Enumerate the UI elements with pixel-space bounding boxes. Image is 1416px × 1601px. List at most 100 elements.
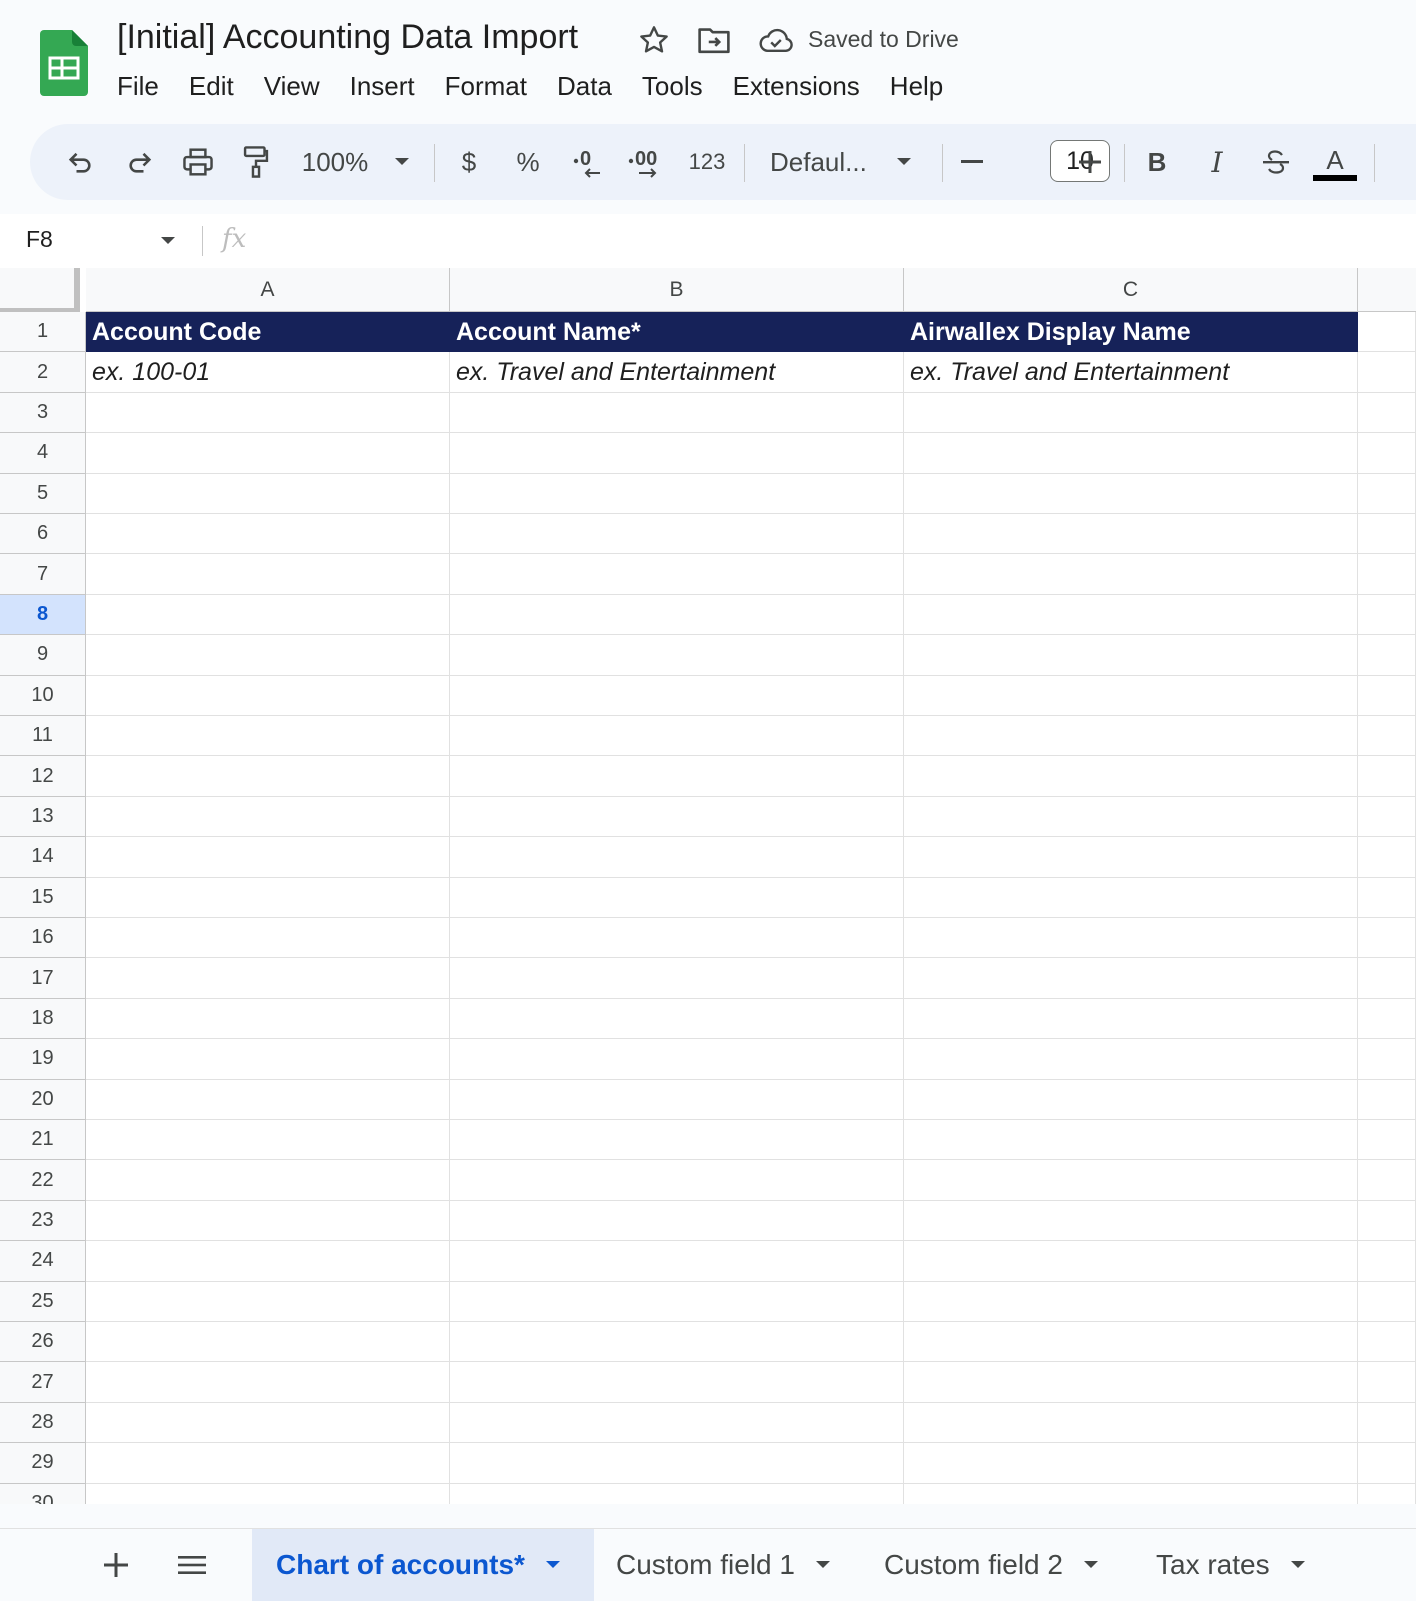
grid-cell[interactable] [450,1200,904,1242]
row-header[interactable]: 27 [0,1362,86,1403]
grid-cell[interactable] [450,433,904,474]
grid-cell[interactable] [904,958,1358,999]
grid-cell[interactable] [1358,433,1416,474]
row-header[interactable]: 4 [0,433,86,474]
menu-help[interactable]: Help [875,68,958,104]
grid-cell[interactable] [1358,352,1416,393]
italic-button[interactable]: I [1202,124,1232,200]
row-header[interactable]: 10 [0,675,86,716]
grid-cell[interactable] [1358,1160,1416,1201]
grid-cell[interactable] [904,796,1358,838]
grid-cell[interactable] [904,1322,1358,1363]
grid-cell[interactable] [1358,635,1416,676]
grid-cell[interactable] [904,392,1358,434]
zoom-chevron-down-icon[interactable] [390,124,414,200]
grid-cell[interactable] [86,716,450,757]
grid-cell[interactable] [904,1443,1358,1484]
grid-cell[interactable] [450,1039,904,1080]
grid-cell[interactable] [1358,514,1416,555]
grid-cell[interactable] [1358,554,1416,595]
menu-tools[interactable]: Tools [627,68,718,104]
row-header[interactable]: 3 [0,392,86,434]
grid-cell[interactable] [86,433,450,474]
grid-cell[interactable] [904,1120,1358,1161]
grid-cell[interactable] [1358,877,1416,918]
grid-cell[interactable] [1358,998,1416,1040]
grid-cell[interactable] [1358,1200,1416,1242]
grid-cell[interactable] [1358,1483,1416,1504]
column-header-d[interactable] [1358,268,1416,312]
example-cell[interactable]: ex. Travel and Entertainment [904,352,1358,393]
grid-cell[interactable] [450,1079,904,1120]
increase-font-size-button[interactable] [1074,124,1106,200]
grid-cell[interactable] [86,958,450,999]
grid-cell[interactable] [86,1200,450,1242]
menu-extensions[interactable]: Extensions [718,68,875,104]
grid-cell[interactable] [86,514,450,555]
grid-cell[interactable] [904,1241,1358,1282]
row-header[interactable]: 8 [0,594,86,636]
grid-cell[interactable] [1358,675,1416,716]
grid-cell[interactable] [450,998,904,1040]
percent-format-button[interactable]: % [512,124,544,200]
currency-format-button[interactable]: $ [454,124,484,200]
grid-cell[interactable] [450,1241,904,1282]
grid-cell[interactable] [86,675,450,716]
grid-cell[interactable] [904,594,1358,636]
example-cell[interactable]: ex. Travel and Entertainment [450,352,904,393]
grid-cell[interactable] [904,473,1358,514]
grid-cell[interactable] [450,1322,904,1363]
row-header[interactable]: 22 [0,1160,86,1201]
document-title[interactable]: [Initial] Accounting Data Import [117,18,578,57]
row-header[interactable]: 9 [0,635,86,676]
star-icon[interactable] [636,22,672,58]
grid-cell[interactable] [1358,796,1416,838]
decrease-decimal-button[interactable]: 0 [566,124,610,200]
grid-cell[interactable] [86,877,450,918]
grid-cell[interactable] [86,392,450,434]
grid-cell[interactable] [450,1281,904,1322]
sheet-tab-custom-field-1[interactable]: Custom field 1 [616,1529,831,1601]
redo-button[interactable] [120,124,160,200]
all-sheets-button[interactable] [172,1545,212,1585]
grid-cell[interactable] [86,1443,450,1484]
grid-cell[interactable] [86,1402,450,1444]
menu-edit[interactable]: Edit [174,68,249,104]
grid-cell[interactable] [86,1039,450,1080]
grid-cell[interactable] [86,1079,450,1120]
grid-cell[interactable] [450,918,904,959]
grid-cell[interactable] [450,1443,904,1484]
row-header[interactable]: 15 [0,877,86,918]
row-header[interactable]: 23 [0,1200,86,1242]
grid-cell[interactable] [1358,918,1416,959]
grid-cell[interactable] [1358,1039,1416,1080]
column-header-c[interactable]: C [904,268,1358,312]
grid-cell[interactable] [904,756,1358,797]
grid-cell[interactable] [86,1160,450,1201]
grid-cell[interactable] [86,1322,450,1363]
print-button[interactable] [178,124,218,200]
grid-cell[interactable] [450,877,904,918]
grid-cell[interactable] [86,998,450,1040]
sheet-tab-custom-field-2[interactable]: Custom field 2 [884,1529,1099,1601]
text-color-button[interactable]: A [1312,124,1358,200]
grid-cell[interactable] [904,1483,1358,1504]
increase-decimal-button[interactable]: 00 [624,124,672,200]
chevron-down-icon[interactable] [1290,1560,1306,1570]
column-header-b[interactable]: B [450,268,904,312]
grid-cell[interactable] [904,1362,1358,1403]
row-header[interactable]: 13 [0,796,86,838]
menu-file[interactable]: File [102,68,174,104]
decrease-font-size-button[interactable] [956,124,988,200]
header-cell[interactable]: Airwallex Display Name [904,312,1358,353]
grid-cell[interactable] [450,716,904,757]
grid-cell[interactable] [904,635,1358,676]
row-header[interactable]: 21 [0,1120,86,1161]
menu-format[interactable]: Format [430,68,542,104]
grid-cell[interactable] [904,675,1358,716]
grid-cell[interactable] [1358,1241,1416,1282]
paint-format-button[interactable] [236,124,276,200]
grid-cell[interactable] [86,473,450,514]
grid-cell[interactable] [1358,756,1416,797]
sheet-tab-tax-rates[interactable]: Tax rates [1156,1529,1306,1601]
